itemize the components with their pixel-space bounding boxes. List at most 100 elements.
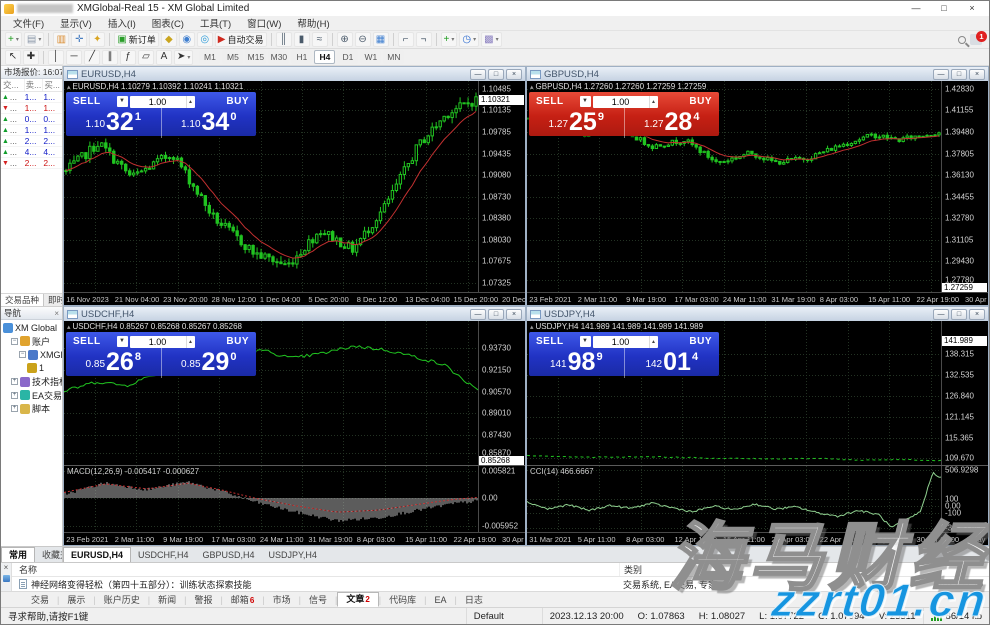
- menu-item-h[interactable]: 帮助(H): [289, 16, 337, 30]
- chart-window-titlebar[interactable]: GBPUSD,H4—□×: [527, 67, 988, 81]
- auto-scroll-button[interactable]: ⌐: [398, 32, 414, 47]
- buy-button[interactable]: BUY: [226, 96, 249, 107]
- chart-close-button[interactable]: ×: [506, 69, 522, 80]
- menu-item-t[interactable]: 工具(T): [192, 16, 239, 30]
- lot-input[interactable]: 1.00: [593, 336, 649, 348]
- search-icon[interactable]: [958, 36, 966, 44]
- timeframe-mn[interactable]: MN: [383, 50, 404, 64]
- fibonacci-tool[interactable]: ƒ: [120, 50, 136, 65]
- expand-icon[interactable]: +: [11, 405, 18, 412]
- chart-window-titlebar[interactable]: EURUSD,H4—□×: [64, 67, 525, 81]
- new-chart-button[interactable]: +▾: [5, 32, 22, 47]
- timeframe-h1[interactable]: H1: [291, 50, 312, 64]
- lot-input[interactable]: 1.00: [130, 336, 186, 348]
- vertical-line-tool[interactable]: │: [48, 50, 64, 65]
- candlestick-chart-button[interactable]: ▮: [294, 32, 310, 47]
- new-order-button[interactable]: ▣新订单: [114, 32, 158, 47]
- text-tool[interactable]: A: [156, 50, 172, 65]
- lot-input[interactable]: 1.00: [593, 96, 649, 108]
- indicators-button[interactable]: +▾: [441, 32, 458, 47]
- lot-spin-button[interactable]: ▲: [649, 96, 658, 108]
- chart-tab-eurusd[interactable]: EURUSD,H4: [63, 547, 131, 562]
- zoom-in-button[interactable]: ⊕: [337, 32, 353, 47]
- market-watch-tab-tick-chart[interactable]: 即时图表: [44, 294, 62, 306]
- timeframe-m5[interactable]: M5: [222, 50, 243, 64]
- market-watch-row[interactable]: ▲...1...1...: [1, 125, 62, 136]
- menu-item-f[interactable]: 文件(F): [5, 16, 52, 30]
- market-watch-toggle[interactable]: ▥: [53, 32, 69, 47]
- lot-spin-button[interactable]: ▲: [649, 336, 658, 348]
- market-watch-row[interactable]: ▲...2...2...: [1, 136, 62, 147]
- timeframe-m30[interactable]: M30: [268, 50, 289, 64]
- column-ask[interactable]: 买...: [43, 79, 62, 91]
- market-watch-row[interactable]: ▲...0...0...: [1, 114, 62, 125]
- metaeditor-button[interactable]: ◆: [161, 32, 177, 47]
- periods-button[interactable]: ◷▾: [459, 32, 479, 47]
- chart-shift-button[interactable]: ¬: [416, 32, 432, 47]
- market-watch-row[interactable]: ▲...1...1...: [1, 92, 62, 103]
- market-watch-row[interactable]: ▲...4...4...: [1, 147, 62, 158]
- lot-spin-button[interactable]: ▲: [186, 336, 195, 348]
- lot-spin-button[interactable]: ▲: [186, 96, 195, 108]
- chart-restore-button[interactable]: □: [951, 69, 967, 80]
- status-profile[interactable]: Default: [466, 608, 542, 624]
- cursor-tool[interactable]: ↖: [5, 50, 21, 65]
- column-category[interactable]: 类别: [619, 563, 899, 576]
- timeframe-m15[interactable]: M15: [245, 50, 266, 64]
- navigator-item-experts[interactable]: +EA交易: [1, 389, 62, 403]
- chart-plot[interactable]: ▴GBPUSD,H4 1.27260 1.27260 1.27259 1.272…: [527, 81, 941, 292]
- window-minimize-button[interactable]: —: [902, 1, 930, 16]
- chart-minimize-button[interactable]: —: [933, 309, 949, 320]
- indicator-plot[interactable]: MACD(12,26,9) -0.005417 -0.000627: [64, 466, 478, 532]
- chart-plot[interactable]: ▴USDJPY,H4 141.989 141.989 141.989 141.9…: [527, 321, 941, 465]
- sell-button[interactable]: SELL: [73, 336, 101, 347]
- navigator-close-icon[interactable]: ×: [54, 309, 59, 318]
- timeframe-w1[interactable]: W1: [360, 50, 381, 64]
- navigator-item-server2[interactable]: −XMGlobal-Real 15: [1, 348, 62, 362]
- terminal-tab-5[interactable]: 邮箱6: [223, 594, 262, 607]
- horizontal-line-tool[interactable]: ─: [66, 50, 82, 65]
- column-bid[interactable]: 卖...: [25, 79, 44, 91]
- sell-button[interactable]: SELL: [536, 336, 564, 347]
- one-click-sell-price[interactable]: 0.85268: [66, 351, 161, 376]
- navigator-item-indicators[interactable]: +技术指标: [1, 375, 62, 389]
- menu-item-v[interactable]: 显示(V): [52, 16, 100, 30]
- article-row[interactable]: 神经网络变得轻松（第四十五部分）：训练状态探索技能 交易系统, EA交易, 专家…: [12, 577, 989, 591]
- menu-item-w[interactable]: 窗口(W): [239, 16, 289, 30]
- window-maximize-button[interactable]: □: [930, 1, 958, 16]
- one-click-buy-price[interactable]: 1.27284: [625, 111, 720, 136]
- terminal-tab-1[interactable]: 展示: [59, 594, 93, 607]
- arrows-tool[interactable]: ➤▾: [174, 50, 193, 65]
- terminal-tab-11[interactable]: 日志: [457, 594, 491, 607]
- chart-minimize-button[interactable]: —: [933, 69, 949, 80]
- expand-icon[interactable]: +: [11, 378, 18, 385]
- menu-item-c[interactable]: 图表(C): [144, 16, 192, 30]
- one-click-sell-price[interactable]: 141989: [529, 351, 624, 376]
- zoom-out-button[interactable]: ⊖: [355, 32, 371, 47]
- timeframe-m1[interactable]: M1: [199, 50, 220, 64]
- terminal-close-icon[interactable]: ×: [4, 563, 9, 572]
- navigator-tab-favorites[interactable]: 收藏夹: [35, 548, 63, 562]
- buy-button[interactable]: BUY: [689, 336, 712, 347]
- trendline-tool[interactable]: ╱: [84, 50, 100, 65]
- timeframe-h4[interactable]: H4: [314, 50, 335, 64]
- one-click-buy-price[interactable]: 1.10340: [162, 111, 257, 136]
- chart-plot[interactable]: ▴EURUSD,H4 1.10279 1.10392 1.10241 1.103…: [64, 81, 478, 292]
- navigator-tab-common[interactable]: 常用: [1, 547, 35, 562]
- chart-window-titlebar[interactable]: USDCHF,H4—□×: [64, 307, 525, 321]
- terminal-tab-7[interactable]: 信号: [301, 594, 335, 607]
- market-watch-row[interactable]: ▼...1...1...: [1, 103, 62, 114]
- equidistant-channel-tool[interactable]: ∥: [102, 50, 118, 65]
- chart-close-button[interactable]: ×: [506, 309, 522, 320]
- market-watch-row[interactable]: ▼...2...2...: [1, 158, 62, 169]
- shapes-tool[interactable]: ▱: [138, 50, 154, 65]
- collapse-icon[interactable]: −: [11, 338, 18, 345]
- notification-icon[interactable]: 1: [970, 34, 982, 45]
- buy-button[interactable]: BUY: [226, 336, 249, 347]
- chart-tab-usdchf[interactable]: USDCHF,H4: [131, 548, 196, 562]
- menu-item-i[interactable]: 插入(I): [100, 16, 144, 30]
- terminal-tab-3[interactable]: 新闻: [150, 594, 184, 607]
- chart-window-titlebar[interactable]: USDJPY,H4—□×: [527, 307, 988, 321]
- chart-close-button[interactable]: ×: [969, 69, 985, 80]
- lot-input[interactable]: 1.00: [130, 96, 186, 108]
